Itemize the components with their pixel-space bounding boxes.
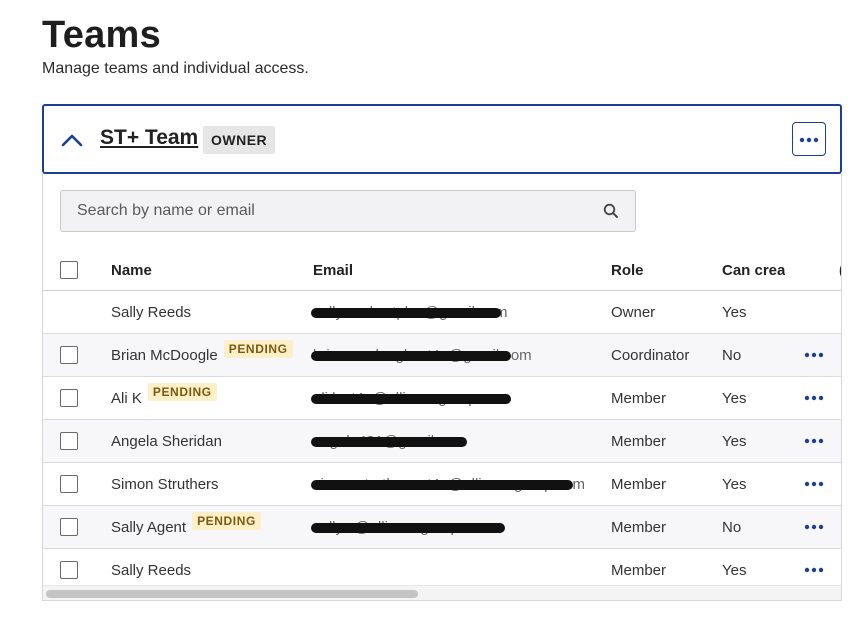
member-email: ali.k.st4u@alliancegroup.com: [311, 390, 511, 407]
member-email-cell: sally.a@alliancegroup.com: [311, 506, 598, 548]
team-header: ST+ Team OWNER: [42, 104, 842, 174]
table-row: Sally Agent PENDING sally.a@alliancegroup.…: [43, 506, 841, 549]
column-header-truncated: (: [839, 250, 841, 290]
member-email: simon.struthers.st4u@alliancegroup.com: [311, 476, 585, 493]
member-name-cell: Brian McDoogle PENDING: [111, 334, 293, 376]
member-name: Simon Struthers: [111, 475, 219, 493]
member-email-cell: brian.mcdoogle.st4u@gmail.com: [311, 334, 598, 376]
search-icon[interactable]: [603, 203, 619, 219]
member-role: Member: [611, 475, 667, 493]
table-row: Angela Sheridan angela431@gmail.com Member…: [43, 420, 841, 463]
table-row: Simon Struthers simon.struthers.st4u@alli…: [43, 463, 841, 506]
email-redaction: [311, 522, 505, 533]
column-header-email[interactable]: Email: [313, 250, 598, 290]
member-name: Angela Sheridan: [111, 432, 222, 450]
table-header-row: Name Email Role Can crea (: [43, 250, 841, 291]
chevron-up-icon[interactable]: [60, 128, 84, 152]
horizontal-scrollbar-track[interactable]: [43, 585, 841, 600]
team-members-panel: Name Email Role Can crea ( Sally Reeds sa…: [42, 172, 842, 601]
page-title: Teams: [42, 14, 162, 56]
member-name-cell: Angela Sheridan: [111, 420, 222, 462]
member-name: Sally Reeds: [111, 561, 192, 579]
more-horizontal-icon[interactable]: [804, 352, 824, 358]
email-redaction: [311, 393, 511, 404]
member-role: Coordinator: [611, 346, 690, 364]
member-name-cell: Sally Reeds: [111, 291, 191, 333]
team-name-link[interactable]: ST+ Team: [100, 126, 198, 150]
member-can-create: No: [722, 346, 742, 364]
column-header-can-create[interactable]: Can crea: [722, 250, 785, 290]
more-horizontal-icon[interactable]: [804, 481, 824, 487]
member-name: Ali K: [111, 389, 142, 407]
more-horizontal-icon: [799, 130, 819, 148]
table-row: Sally Reeds sallyreeds.stplus@gmail.com Ow…: [43, 291, 841, 334]
search-box: [60, 190, 636, 232]
member-email: sally.a@alliancegroup.com: [311, 519, 505, 536]
member-role: Member: [611, 518, 667, 536]
member-email-cell: simon.struthers.st4u@alliancegroup.com: [311, 463, 598, 505]
member-email: sallyreeds.stplus@gmail.com: [311, 304, 507, 321]
row-checkbox[interactable]: [60, 346, 78, 364]
pending-badge: PENDING: [147, 383, 217, 401]
member-name: Sally Reeds: [111, 303, 192, 321]
more-horizontal-icon[interactable]: [804, 395, 824, 401]
member-can-create: Yes: [722, 389, 747, 407]
email-redaction: [311, 350, 511, 361]
member-name: Brian McDoogle: [111, 346, 218, 364]
member-email-cell: sallyreeds.stplus@gmail.com: [311, 291, 598, 333]
member-role: Member: [611, 432, 667, 450]
member-email-cell: ali.k.st4u@alliancegroup.com: [311, 377, 598, 419]
row-checkbox[interactable]: [60, 561, 78, 579]
email-redaction: [311, 307, 501, 318]
table-row: Ali K PENDING ali.k.st4u@alliancegroup.com…: [43, 377, 841, 420]
member-name: Sally Agent: [111, 518, 187, 536]
row-checkbox[interactable]: [60, 475, 78, 493]
row-checkbox[interactable]: [60, 389, 78, 407]
member-can-create: Yes: [722, 432, 747, 450]
team-options-button[interactable]: [792, 122, 826, 156]
email-redaction: [311, 479, 573, 490]
row-checkbox[interactable]: [60, 432, 78, 450]
member-name-cell: Ali K PENDING: [111, 377, 217, 419]
pending-badge: PENDING: [192, 512, 261, 530]
select-all-checkbox[interactable]: [60, 261, 78, 279]
member-email-cell: angela431@gmail.com: [311, 420, 598, 462]
member-email: angela431@gmail.com: [311, 433, 467, 450]
search-input[interactable]: [61, 191, 591, 231]
row-checkbox[interactable]: [60, 518, 78, 536]
member-name-cell: Simon Struthers: [111, 463, 219, 505]
page-subtitle: Manage teams and individual access.: [42, 60, 309, 77]
member-can-create: Yes: [722, 303, 747, 321]
table-row: Brian McDoogle PENDING brian.mcdoogle.st4u…: [43, 334, 841, 377]
column-header-role[interactable]: Role: [611, 250, 644, 290]
horizontal-scrollbar-thumb[interactable]: [46, 590, 418, 598]
member-email: brian.mcdoogle.st4u@gmail.com: [311, 347, 532, 364]
column-header-name[interactable]: Name: [111, 250, 152, 290]
more-horizontal-icon[interactable]: [804, 438, 824, 444]
owner-badge: OWNER: [203, 126, 276, 154]
more-horizontal-icon[interactable]: [804, 524, 824, 530]
member-name-cell: Sally Agent PENDING: [111, 506, 261, 548]
members-table: Name Email Role Can crea ( Sally Reeds sa…: [43, 250, 841, 592]
more-horizontal-icon[interactable]: [804, 567, 824, 573]
member-can-create: No: [722, 518, 742, 536]
member-role: Owner: [611, 303, 656, 321]
member-can-create: Yes: [722, 475, 747, 493]
email-redaction: [311, 436, 467, 447]
member-role: Member: [611, 389, 667, 407]
pending-badge: PENDING: [223, 340, 293, 358]
